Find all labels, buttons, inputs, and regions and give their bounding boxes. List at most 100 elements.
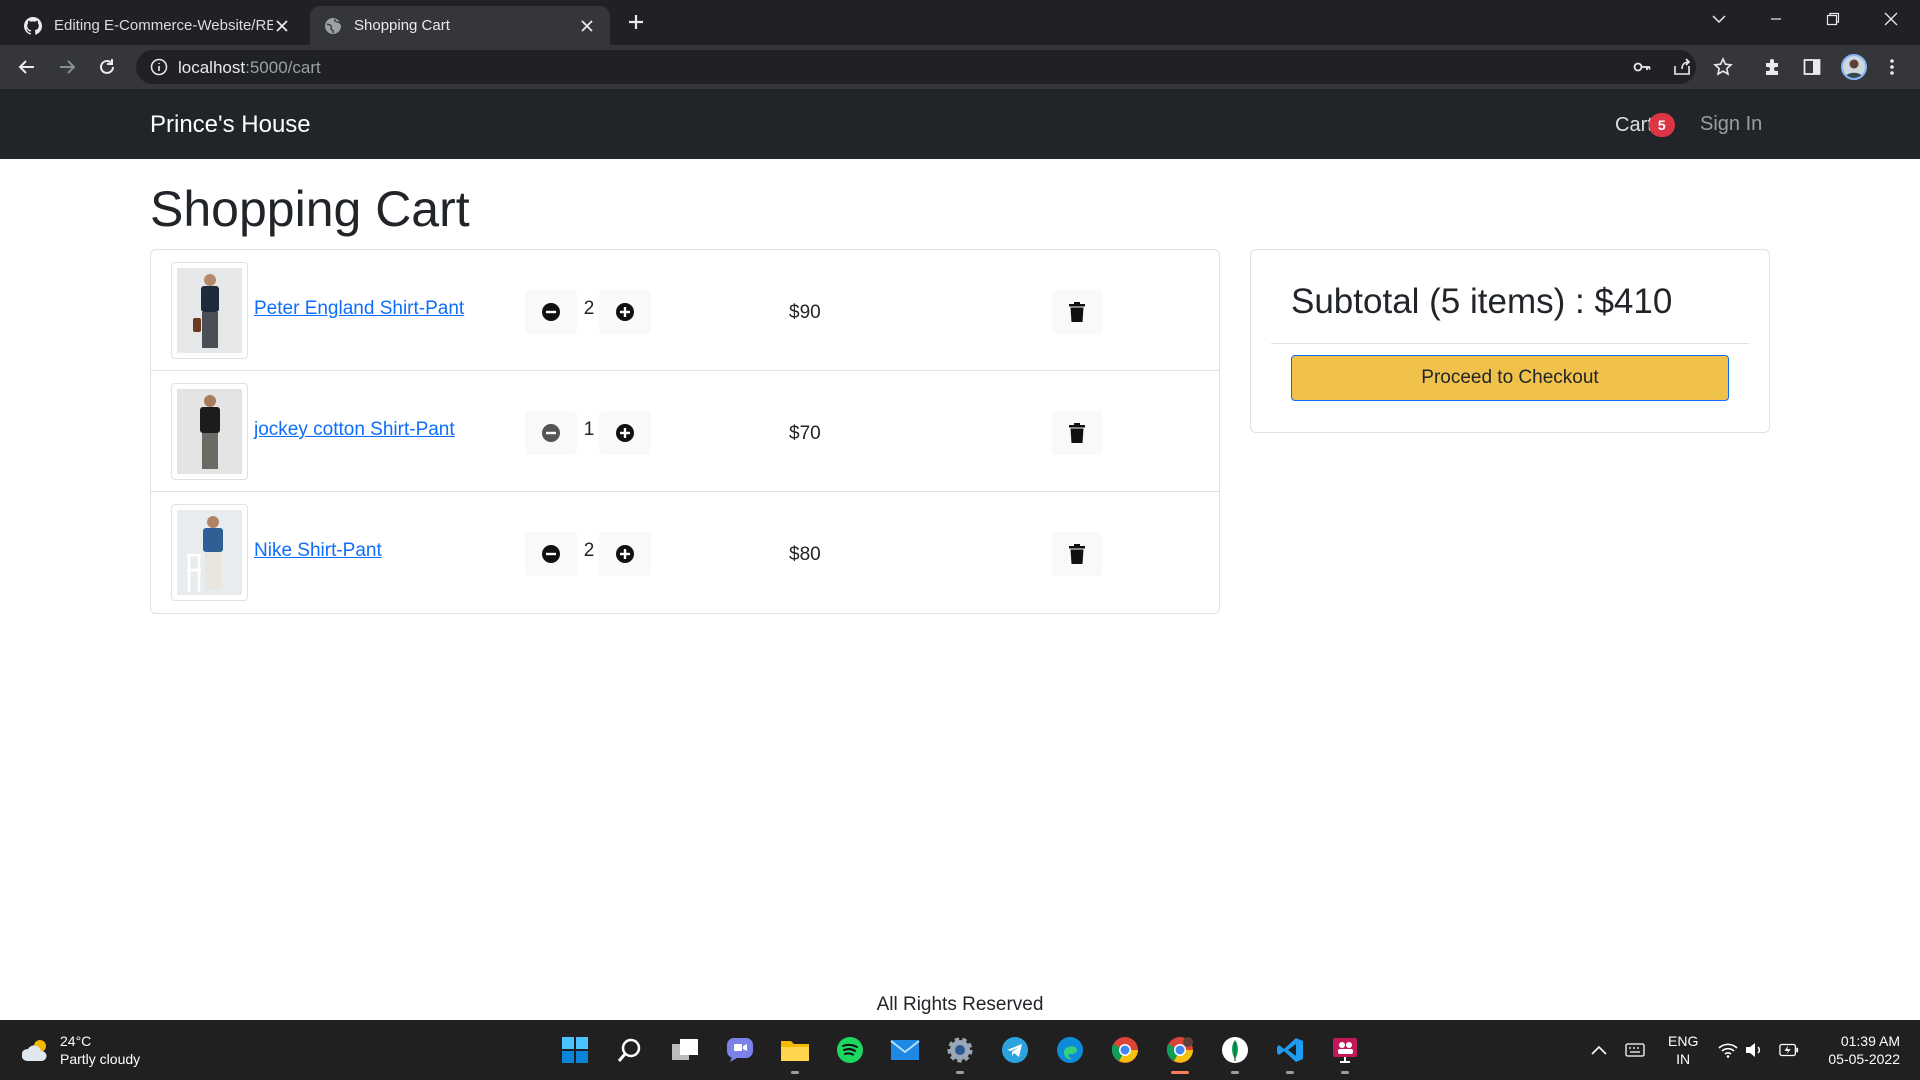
spotify-icon	[837, 1037, 863, 1063]
product-name-link[interactable]: jockey cotton Shirt-Pant	[254, 419, 455, 441]
bookmark-star-button[interactable]	[1711, 55, 1735, 79]
nav-cart-link[interactable]: Cart 5	[1615, 113, 1675, 137]
volume-status[interactable]	[1744, 1040, 1764, 1060]
teams-meeting-button[interactable]	[1329, 1034, 1361, 1066]
pants-shape	[202, 433, 218, 469]
url-path: :5000/cart	[245, 58, 321, 77]
taskbar-search-button[interactable]	[614, 1034, 646, 1066]
decrease-qty-button[interactable]	[525, 290, 577, 334]
product-name-link[interactable]: Nike Shirt-Pant	[254, 540, 382, 562]
tab-github-editing[interactable]: Editing E-Commerce-Website/RE	[10, 6, 305, 45]
product-image	[177, 510, 242, 595]
chrome-profile-button[interactable]	[1164, 1034, 1196, 1066]
brand-link[interactable]: Prince's House	[150, 111, 311, 139]
remove-item-button[interactable]	[1052, 411, 1102, 455]
teams-chat-button[interactable]	[724, 1034, 756, 1066]
person-icon	[1845, 59, 1863, 78]
vscode-button[interactable]	[1274, 1034, 1306, 1066]
plus-icon	[629, 15, 643, 29]
close-window-button[interactable]	[1876, 8, 1906, 30]
extensions-button[interactable]	[1760, 55, 1784, 79]
side-panel-button[interactable]	[1800, 55, 1824, 79]
telegram-button[interactable]	[999, 1034, 1031, 1066]
browser-menu-button[interactable]	[1880, 55, 1904, 79]
mail-button[interactable]	[889, 1034, 921, 1066]
summary-divider	[1271, 343, 1749, 344]
running-indicator	[1286, 1071, 1294, 1074]
decrease-qty-button[interactable]	[525, 532, 577, 576]
info-icon	[150, 58, 168, 76]
reload-button[interactable]	[95, 55, 119, 79]
github-icon	[24, 16, 42, 35]
settings-button[interactable]	[944, 1034, 976, 1066]
clock-date: 05-05-2022	[1828, 1051, 1900, 1067]
spotify-button[interactable]	[834, 1034, 866, 1066]
file-explorer-button[interactable]	[779, 1034, 811, 1066]
profile-avatar[interactable]	[1841, 54, 1867, 80]
remove-item-button[interactable]	[1052, 290, 1102, 334]
presentation-icon	[1333, 1038, 1357, 1063]
input-language-indicator[interactable]: ENG IN	[1668, 1032, 1698, 1068]
wifi-icon	[1718, 1043, 1738, 1058]
increase-qty-button[interactable]	[599, 532, 651, 576]
restore-button[interactable]	[1818, 8, 1848, 30]
plus-circle-icon	[616, 303, 634, 321]
side-panel-icon	[1803, 59, 1821, 75]
trash-icon	[1069, 423, 1085, 443]
shirt-shape	[201, 286, 219, 312]
item-price: $70	[789, 423, 821, 444]
system-clock[interactable]: 01:39 AM 05-05-2022	[1816, 1032, 1900, 1068]
weather-widget[interactable]: 24°C Partly cloudy	[22, 1032, 140, 1068]
increase-qty-button[interactable]	[599, 411, 651, 455]
product-thumbnail	[171, 504, 248, 601]
nav-signin-link[interactable]: Sign In	[1700, 113, 1762, 136]
vscode-icon	[1277, 1038, 1303, 1062]
forward-button[interactable]	[55, 55, 79, 79]
back-button[interactable]	[15, 55, 39, 79]
new-tab-button[interactable]	[624, 10, 648, 34]
windows-taskbar: 24°C Partly cloudy ENG IN 01:39 AM 05-05…	[0, 1020, 1920, 1080]
running-indicator	[1231, 1071, 1239, 1074]
address-bar[interactable]: localhost:5000/cart	[136, 50, 1696, 84]
reload-icon	[100, 59, 114, 74]
plus-circle-icon	[616, 545, 634, 563]
edge-button[interactable]	[1054, 1034, 1086, 1066]
partly-cloudy-icon	[22, 1040, 47, 1061]
share-icon[interactable]	[1672, 57, 1692, 77]
browser-toolbar: localhost:5000/cart	[0, 45, 1920, 89]
windows-logo-icon	[562, 1037, 588, 1063]
increase-qty-button[interactable]	[599, 290, 651, 334]
wifi-status[interactable]	[1718, 1040, 1738, 1060]
close-tab-icon[interactable]	[273, 17, 291, 35]
show-hidden-icons-button[interactable]	[1589, 1040, 1609, 1060]
touch-keyboard-button[interactable]	[1625, 1040, 1645, 1060]
mongodb-compass-button[interactable]	[1219, 1034, 1251, 1066]
kebab-menu-icon	[1890, 59, 1894, 75]
trash-icon	[1069, 302, 1085, 322]
decrease-qty-button[interactable]	[525, 411, 577, 455]
quantity-value: 2	[583, 540, 595, 561]
task-view-icon	[672, 1039, 698, 1060]
site-navbar: Prince's House Cart 5 Sign In	[0, 89, 1920, 159]
tab-title: Shopping Cart	[354, 17, 450, 34]
remove-item-button[interactable]	[1052, 532, 1102, 576]
item-price: $80	[789, 544, 821, 565]
close-tab-icon[interactable]	[578, 17, 596, 35]
proceed-to-checkout-button[interactable]: Proceed to Checkout	[1291, 355, 1729, 401]
plus-circle-icon	[616, 424, 634, 442]
chrome-button[interactable]	[1109, 1034, 1141, 1066]
key-icon[interactable]	[1632, 57, 1652, 77]
browser-tabstrip: Editing E-Commerce-Website/RE Shopping C…	[0, 0, 1920, 45]
edge-icon	[1057, 1037, 1083, 1063]
product-name-link[interactable]: Peter England Shirt-Pant	[254, 298, 464, 320]
puzzle-icon	[1766, 59, 1778, 75]
tab-shopping-cart[interactable]: Shopping Cart	[310, 6, 610, 45]
start-button[interactable]	[559, 1034, 591, 1066]
minimize-button[interactable]	[1761, 8, 1791, 30]
battery-status[interactable]	[1779, 1040, 1799, 1060]
task-view-button[interactable]	[669, 1034, 701, 1066]
mail-icon	[890, 1040, 920, 1060]
tab-search-button[interactable]	[1704, 8, 1734, 30]
product-thumbnail	[171, 262, 248, 359]
cart-items-list: Peter England Shirt-Pant 2 $90 jockey co…	[150, 249, 1220, 614]
